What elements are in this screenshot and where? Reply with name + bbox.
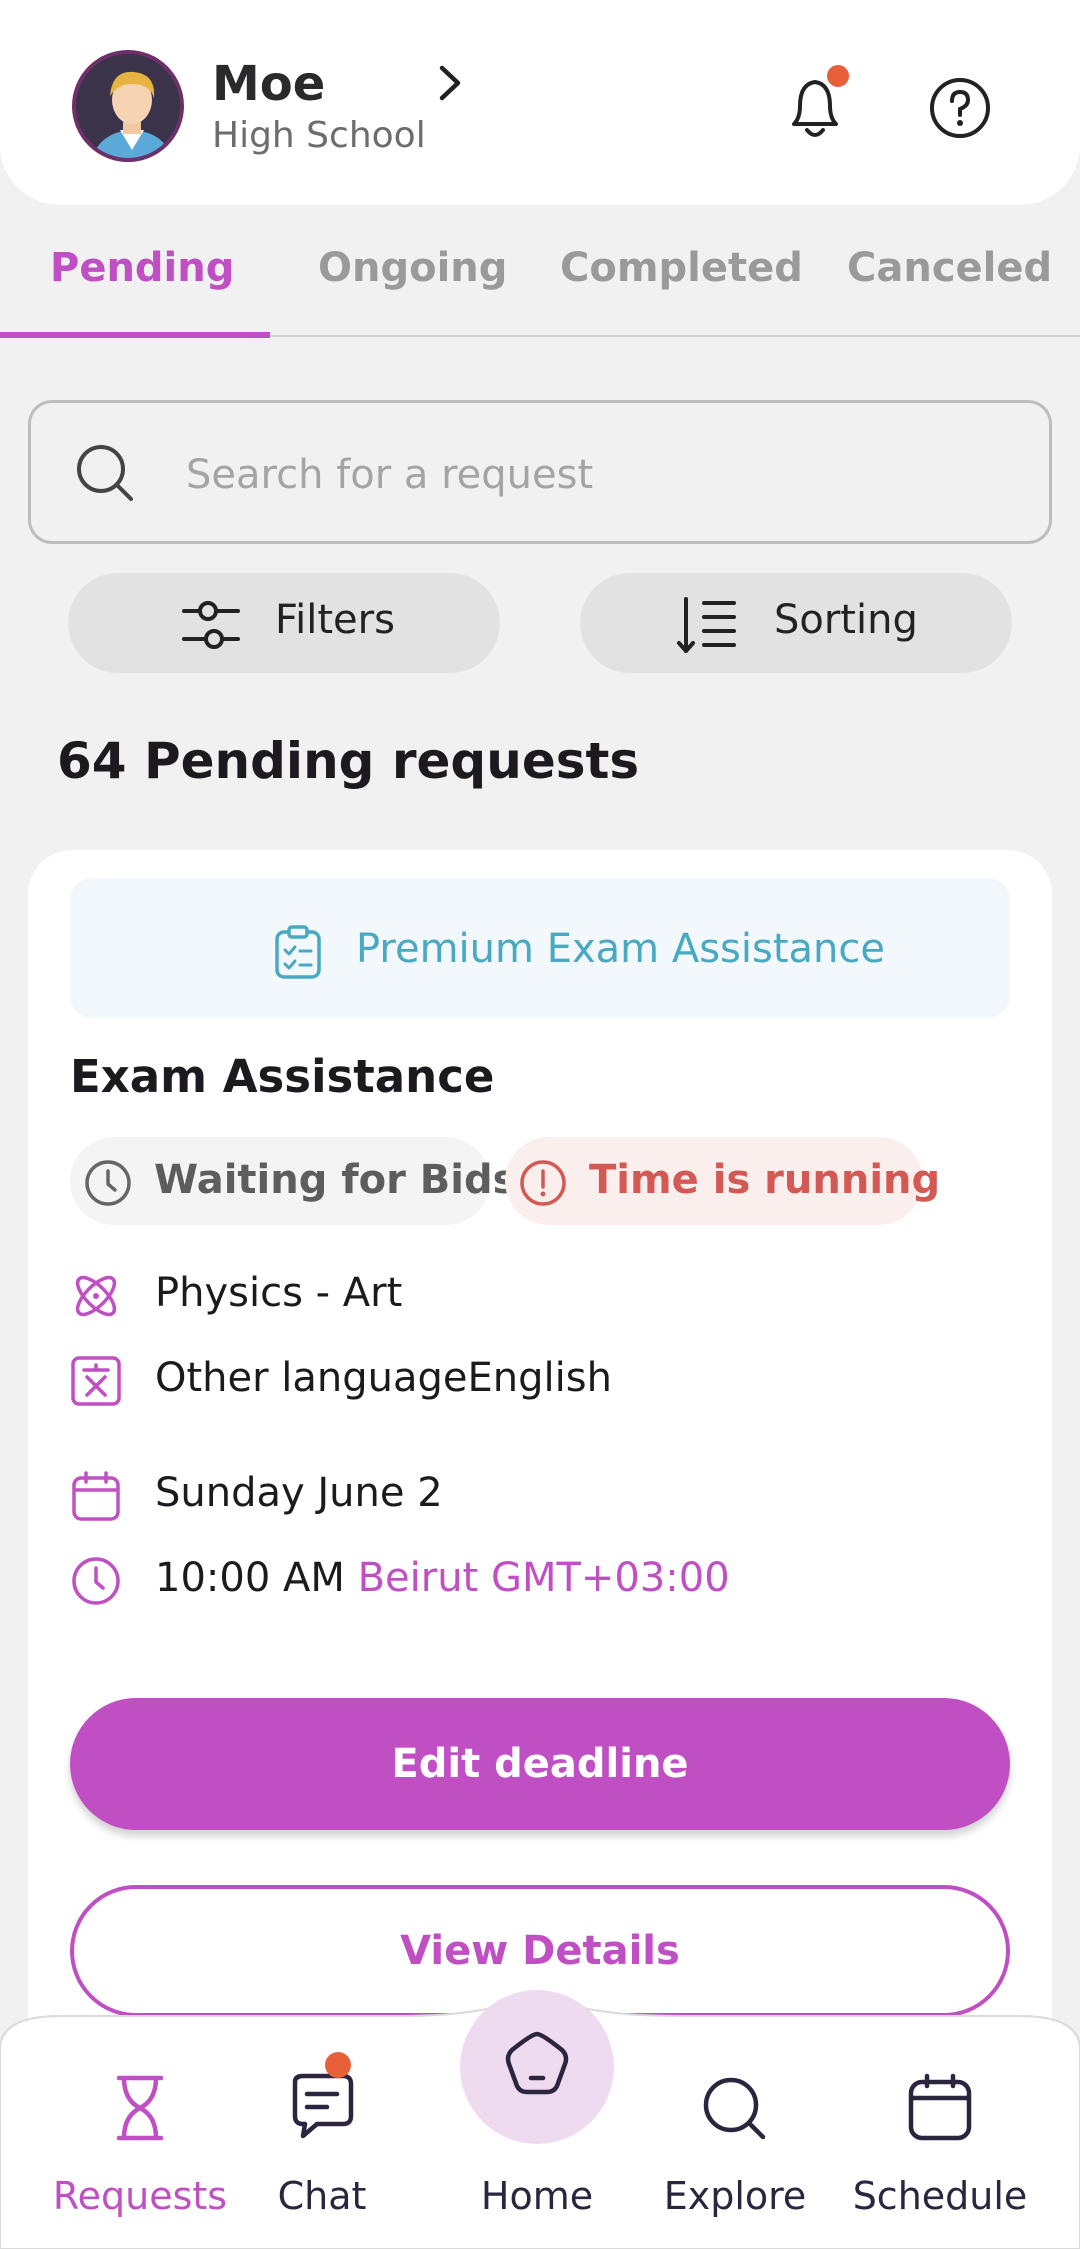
nav-home[interactable]: Home [437,1990,637,2249]
status-badge-label: Waiting for Bids [154,1157,517,1203]
help-icon[interactable] [928,76,992,140]
calendar-icon [908,2073,972,2141]
subject-text: Physics - Art [155,1270,403,1316]
request-status-tabs: Pending Ongoing Completed Canceled [0,235,1080,338]
user-level: High School [212,115,426,156]
tab-canceled[interactable]: Canceled [847,245,1052,291]
timezone-text: Beirut GMT+03:00 [357,1555,730,1601]
chat-notification-dot [325,2052,351,2078]
active-tab-indicator [0,332,270,338]
tab-completed[interactable]: Completed [560,245,803,291]
status-badge: Waiting for Bids [70,1137,516,1225]
time-row: 10:00 AM Beirut GMT+03:00 [155,1555,730,1601]
nav-chat-label: Chat [277,2174,367,2218]
search-input[interactable] [186,443,1006,507]
search-box[interactable] [28,400,1052,544]
sort-icon [677,597,736,653]
sliders-icon [182,601,240,649]
request-card[interactable]: Premium Exam Assistance Exam Assistance … [28,850,1052,2090]
date-text: Sunday June 2 [155,1470,443,1516]
nav-schedule[interactable]: Schedule [840,1990,1040,2249]
time-text: 10:00 AM [155,1555,345,1601]
alert-circle-icon [520,1160,566,1206]
edit-deadline-button[interactable]: Edit deadline [70,1698,1010,1830]
atom-icon [75,1275,117,1317]
bottom-navigation: Requests Chat Home Explore Schedule [0,1990,1080,2249]
nav-schedule-label: Schedule [852,2174,1028,2218]
clipboard-check-icon [275,925,321,979]
avatar[interactable] [72,50,184,162]
nav-explore[interactable]: Explore [655,1990,815,2249]
user-name[interactable]: Moe [212,56,325,112]
tab-ongoing[interactable]: Ongoing [318,245,507,291]
chat-icon [292,2073,354,2139]
filters-label: Filters [275,597,395,643]
chevron-right-icon[interactable] [430,58,470,108]
nav-chat[interactable]: Chat [242,1990,402,2249]
language-text: Other languageEnglish [155,1355,612,1401]
nav-requests[interactable]: Requests [40,1990,240,2249]
request-title: Exam Assistance [70,1050,495,1103]
search-icon [703,2077,766,2140]
premium-banner: Premium Exam Assistance [70,878,1010,1018]
nav-explore-label: Explore [663,2174,807,2218]
clock-icon [85,1160,131,1206]
pending-count-heading: 64 Pending requests [57,732,640,790]
search-icon [77,445,133,501]
hourglass-icon [116,2075,164,2141]
sorting-button[interactable]: Sorting [580,573,1012,673]
clock-icon [72,1557,120,1605]
sorting-label: Sorting [774,597,918,643]
filters-button[interactable]: Filters [68,573,500,673]
premium-label: Premium Exam Assistance [356,926,885,972]
nav-home-label: Home [480,2174,594,2218]
urgency-badge-label: Time is running [589,1157,941,1203]
tab-pending[interactable]: Pending [50,245,234,291]
app-header: Moe High School [0,0,1080,205]
translate-icon [71,1356,121,1406]
notification-dot [824,62,852,90]
urgency-badge: Time is running [505,1137,940,1225]
home-icon [505,2031,569,2095]
calendar-icon [72,1471,120,1521]
nav-requests-label: Requests [52,2174,228,2218]
